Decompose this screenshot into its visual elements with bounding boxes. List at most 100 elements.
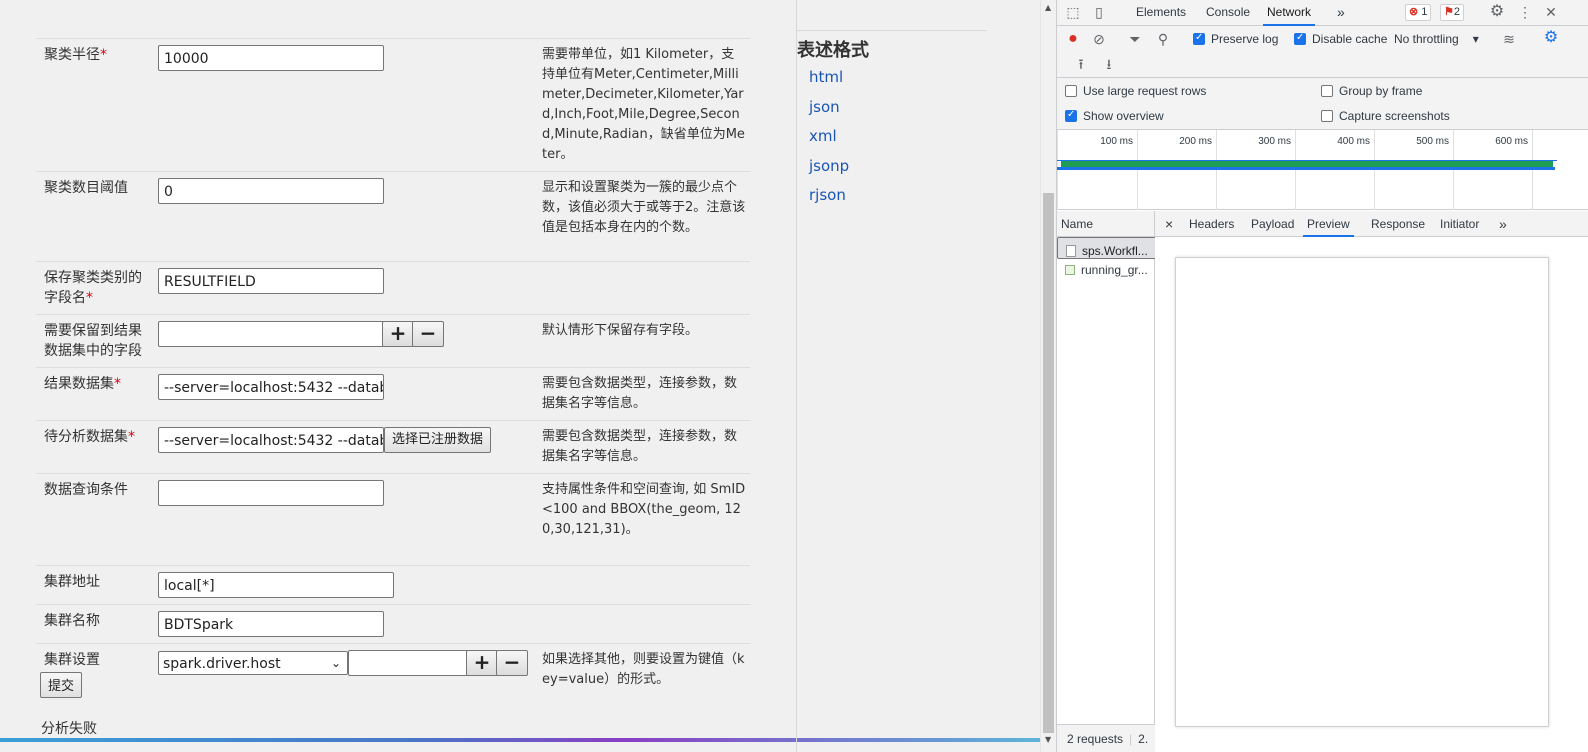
timeline-tick: 600 ms [1453, 130, 1532, 210]
capture-screenshots-checkbox[interactable]: Capture screenshots [1321, 109, 1450, 123]
field-label: 集群名称 [44, 613, 100, 629]
cluster-setting-select[interactable]: spark.driver.host ⌄ [158, 651, 348, 675]
form-row-result-field: 保存聚类类别的字段名* RESULTFIELD [36, 261, 750, 315]
cluster-name-input[interactable]: BDTSpark [158, 611, 384, 637]
field-label: 结果数据集 [44, 376, 114, 392]
issue-count-badge[interactable]: ⚑2 [1440, 4, 1464, 21]
input-dataset-input[interactable]: --server=localhost:5432 --databa [158, 427, 384, 453]
devtools-tabbar: ⬚ ▯ Elements Console Network » ⊗ 1 ⚑2 ⚙ … [1057, 0, 1588, 26]
group-by-frame-checkbox[interactable]: Group by frame [1321, 84, 1422, 98]
export-har-icon[interactable]: ⭳ [1101, 56, 1117, 72]
chevron-down-icon: ⌄ [330, 656, 341, 670]
close-icon[interactable]: ✕ [1543, 4, 1559, 20]
caret-down-icon: ▾ [1472, 32, 1479, 46]
tab-initiator[interactable]: Initiator [1440, 211, 1479, 237]
form-row-cluster-settings: 集群设置 spark.driver.host ⌄ + − 如果选择其他，则要设置为键值… [36, 643, 750, 697]
detail-tabbar: × Headers Payload Preview Response Initi… [1155, 211, 1588, 237]
format-title: 表述格式 [797, 40, 869, 61]
format-link-jsonp[interactable]: jsonp [809, 157, 849, 175]
field-label: 聚类半径 [44, 47, 100, 63]
required-mark: * [114, 376, 121, 392]
form-row-retain-fields: 需要保留到结果数据集中的字段 + − 默认情形下保留存有字段。 [36, 314, 750, 368]
scroll-down-icon[interactable]: ▼ [1045, 735, 1051, 744]
devtools-panel: ⬚ ▯ Elements Console Network » ⊗ 1 ⚑2 ⚙ … [1056, 0, 1588, 752]
field-label: 需要保留到结果数据集中的字段 [44, 323, 142, 359]
web-page: 聚类半径* 10000 需要带单位，如1 Kilometer，支持单位有Mete… [0, 0, 1040, 752]
tab-console[interactable]: Console [1206, 0, 1250, 26]
timeline-tick: 500 ms [1374, 130, 1453, 210]
more-tabs-icon[interactable]: » [1499, 211, 1507, 237]
filter-icon[interactable]: ⏷ [1127, 31, 1143, 47]
document-icon [1066, 245, 1076, 257]
search-icon[interactable]: ⚲ [1155, 31, 1171, 47]
submit-button[interactable]: 提交 [40, 672, 83, 698]
result-dataset-input[interactable]: --server=localhost:5432 --databa [158, 374, 384, 400]
tab-elements[interactable]: Elements [1136, 0, 1186, 26]
network-toolbar: ● ⊘ ⏷ ⚲ Preserve log Disable cache No th… [1057, 26, 1588, 78]
field-label: 集群地址 [44, 574, 100, 590]
query-condition-input[interactable] [158, 480, 384, 506]
retain-fields-input[interactable] [158, 321, 384, 347]
clear-icon[interactable]: ⊘ [1091, 31, 1107, 47]
tab-network[interactable]: Network [1263, 0, 1316, 26]
format-link-rjson[interactable]: rjson [809, 186, 846, 204]
network-settings-icon[interactable]: ⚙ [1543, 30, 1559, 46]
device-toolbar-icon[interactable]: ▯ [1091, 4, 1107, 20]
disable-cache-checkbox[interactable]: Disable cache [1294, 32, 1387, 46]
image-icon [1065, 265, 1075, 275]
network-overview[interactable]: 100 ms 200 ms 300 ms 400 ms 500 ms 600 m… [1057, 130, 1588, 210]
add-setting-button[interactable]: + [466, 650, 498, 676]
divider [797, 30, 987, 31]
remove-setting-button[interactable]: − [496, 650, 528, 676]
remove-field-button[interactable]: − [412, 321, 444, 347]
scrollbar-thumb[interactable] [1043, 193, 1054, 733]
select-registered-data-button[interactable]: 选择已注册数据 [384, 427, 492, 453]
large-rows-checkbox[interactable]: Use large request rows [1065, 84, 1206, 98]
field-description: 默认情形下保留存有字段。 [542, 323, 699, 338]
tab-preview[interactable]: Preview [1303, 211, 1354, 237]
add-field-button[interactable]: + [382, 321, 414, 347]
network-conditions-icon[interactable]: ≋ [1501, 31, 1517, 47]
format-list: html json xml jsonp rjson [809, 66, 849, 214]
form-row-input-dataset: 待分析数据集* --server=localhost:5432 --databa… [36, 420, 750, 474]
name-column-header[interactable]: Name [1057, 211, 1154, 237]
record-icon[interactable]: ● [1065, 31, 1081, 47]
import-har-icon[interactable]: ⭱ [1073, 56, 1089, 72]
cluster-radius-input[interactable]: 10000 [158, 45, 384, 71]
request-detail: × Headers Payload Preview Response Initi… [1155, 211, 1588, 752]
format-item: jsonp [809, 155, 849, 185]
analysis-status: 分析失败 [41, 721, 97, 737]
throttling-select[interactable]: No throttling ▾ [1394, 32, 1479, 46]
network-settings: Use large request rows Group by frame Sh… [1057, 78, 1588, 130]
result-field-input[interactable]: RESULTFIELD [158, 268, 384, 294]
format-link-html[interactable]: html [809, 68, 843, 86]
cluster-address-combobox[interactable]: local[*] [158, 572, 394, 598]
preserve-log-checkbox[interactable]: Preserve log [1193, 32, 1278, 46]
field-label: 集群设置 [44, 652, 100, 668]
gear-icon[interactable]: ⚙ [1489, 4, 1505, 20]
format-link-xml[interactable]: xml [809, 127, 837, 145]
more-tabs-icon[interactable]: » [1337, 0, 1345, 26]
field-label: 聚类数目阈值 [44, 180, 128, 196]
tab-headers[interactable]: Headers [1189, 211, 1234, 237]
cluster-threshold-input[interactable]: 0 [158, 178, 384, 204]
close-detail-icon[interactable]: × [1165, 211, 1173, 237]
kebab-menu-icon[interactable]: ⋮ [1517, 4, 1533, 20]
scroll-up-icon[interactable]: ▲ [1045, 3, 1051, 12]
request-row[interactable]: running_gr... [1057, 259, 1154, 281]
field-description: 需要包含数据类型，连接参数，数据集名字等信息。 [542, 429, 738, 464]
error-count-badge[interactable]: ⊗ 1 [1405, 4, 1432, 21]
tab-response[interactable]: Response [1371, 211, 1425, 237]
field-description: 如果选择其他，则要设置为键值（key=value）的形式。 [542, 652, 745, 687]
show-overview-checkbox[interactable]: Show overview [1065, 109, 1164, 123]
cluster-setting-value-input[interactable] [348, 650, 468, 676]
field-description: 显示和设置聚类为一簇的最少点个数，该值必须大于或等于2。注意该值是包括本身在内的… [542, 180, 746, 235]
format-item: html [809, 66, 849, 96]
tab-payload[interactable]: Payload [1251, 211, 1294, 237]
field-label: 待分析数据集 [44, 429, 128, 445]
timeline-tick [1532, 130, 1588, 210]
required-mark: * [86, 290, 93, 306]
inspect-element-icon[interactable]: ⬚ [1065, 4, 1081, 20]
format-link-json[interactable]: json [809, 98, 840, 116]
page-scrollbar[interactable]: ▲ ▼ [1040, 0, 1056, 752]
